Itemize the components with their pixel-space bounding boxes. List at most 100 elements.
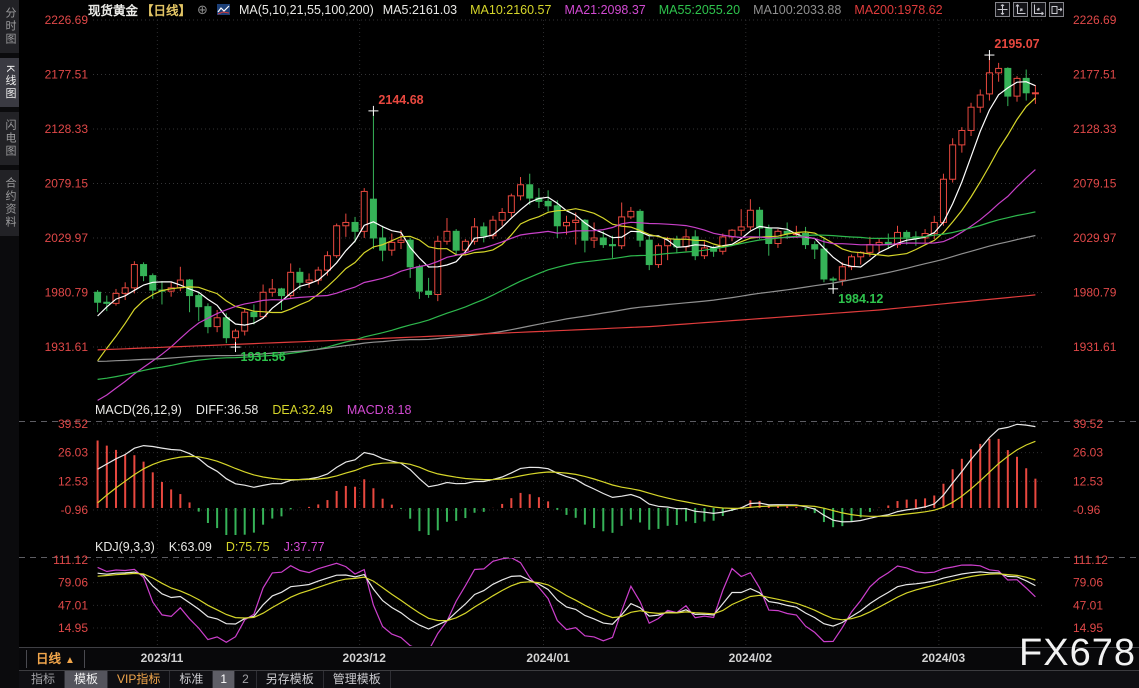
candle-up (618, 216, 626, 247)
candle-down (820, 248, 828, 280)
candle-up (323, 255, 331, 271)
add-indicator-icon[interactable]: ⊕ (197, 2, 208, 18)
price-annotation: 1984.12 (838, 292, 883, 306)
candle-up (333, 225, 341, 257)
candle-down (103, 301, 111, 304)
candle-up (563, 221, 570, 227)
axis-tick-label: 39.52 (58, 417, 88, 431)
candle-up (1031, 92, 1039, 95)
candle-down (452, 230, 460, 251)
contract-info-tab[interactable]: 合约资料 (0, 170, 19, 237)
ma-value-label: MA200:1978.62 (854, 2, 943, 17)
axis-tick-label: 1980.79 (1073, 286, 1117, 300)
x-axis-month-label: 2023/11 (140, 651, 184, 665)
kdj-header-part: J:37.77 (283, 540, 325, 554)
chart-type-sidebar: 分时图 K线图闪电图合约资料 (0, 0, 19, 688)
axis-tick-label: 2079.15 (1073, 177, 1117, 191)
candle-down (599, 237, 607, 246)
manage-template-tab[interactable]: 管理模板 (324, 671, 391, 688)
candle-up (682, 236, 690, 248)
candle-down (645, 239, 653, 266)
candle-up (1013, 77, 1021, 97)
axis-tick-label: 1931.61 (45, 340, 89, 354)
lightning-chart-tab[interactable]: 闪电图 (0, 112, 19, 166)
candle-up (397, 239, 405, 243)
y-axis-scale-icon[interactable] (1013, 2, 1028, 17)
axis-tick-label: 2177.51 (45, 68, 89, 82)
axis-tick-label: 111.12 (53, 553, 88, 567)
ma-settings-label: MA(5,10,21,55,100,200) (238, 2, 374, 17)
ma-value-label: MA5:2161.03 (382, 2, 458, 17)
candle-down (756, 209, 764, 229)
macd-header-part: DEA:32.49 (272, 403, 333, 417)
template-slot-1-tab[interactable]: 1 (213, 671, 236, 688)
candle-down (553, 205, 561, 227)
x-axis-scale-icon[interactable] (1031, 2, 1046, 17)
candle-up (838, 266, 846, 281)
candle-down (250, 311, 258, 318)
candle-up (976, 94, 984, 108)
candle-down (195, 295, 203, 308)
candle-up (507, 195, 515, 213)
axis-tick-label: 12.53 (58, 474, 88, 488)
ma-value-label: MA55:2055.20 (658, 2, 741, 17)
candle-up (130, 264, 138, 289)
candle-up (958, 129, 966, 146)
candle-down (222, 317, 230, 339)
candle-down (480, 226, 488, 237)
axis-tick-label: 2128.33 (1073, 122, 1117, 136)
candle-up (737, 226, 745, 231)
ma-values: MA5:2161.03 MA10:2160.57 MA21:2098.37 MA55:… (383, 3, 943, 17)
indicator-tab[interactable]: 指标 (22, 671, 66, 688)
candle-up (213, 317, 221, 328)
candle-up (268, 288, 276, 293)
candle-up (995, 67, 1003, 74)
candle-up (985, 72, 993, 95)
save-template-tab[interactable]: 另存模板 (257, 671, 324, 688)
candle-down (608, 244, 616, 247)
candle-up (590, 237, 598, 241)
template-toolbar: 指标 模板 VIP指标 标准 1 2 另存模板 管理模板 (19, 670, 1139, 688)
x-axis-row: 日线 ▲ 2023/11 2023/12 2024/01 2024/02 2024/03 (19, 647, 1139, 670)
x-axis-month-label: 2024/02 (728, 651, 773, 665)
axis-tick-label: 14.95 (58, 621, 88, 635)
kline-chart-tab[interactable]: K线图 (0, 58, 19, 108)
pop-out-icon[interactable] (1049, 2, 1064, 17)
axis-tick-label: 2029.97 (1073, 231, 1117, 245)
standard-tab[interactable]: 标准 (170, 671, 214, 688)
kdj-header-part: D:75.75 (225, 540, 270, 554)
kdj-header-part: K:63.09 (168, 540, 212, 554)
candle-up (517, 184, 525, 197)
candle-up (700, 247, 708, 257)
axis-tick-label: 26.03 (1073, 446, 1103, 460)
ma-value-label: MA10:2160.57 (470, 2, 552, 17)
axis-tick-label: 12.53 (1073, 474, 1103, 488)
axis-tick-label: 79.06 (1073, 576, 1103, 590)
axis-tick-label: 2128.33 (45, 122, 89, 136)
candle-up (342, 221, 350, 227)
symbol-title: 现货黄金 (88, 4, 139, 18)
macd-header-part: MACD:8.18 (346, 403, 412, 417)
k-line (97, 571, 1036, 630)
interval-selector[interactable]: 日线 ▲ (26, 650, 85, 668)
chart-application: 2226.69 2226.69 2177.51 2177.51 2128.33 2128.… (0, 0, 1139, 688)
candle-up (259, 291, 267, 318)
candle-up (388, 241, 396, 251)
candle-up (967, 106, 975, 131)
d-line (97, 572, 1036, 622)
candle-up (241, 311, 249, 332)
candle-up (572, 219, 580, 223)
vip-indicator-tab[interactable]: VIP指标 (108, 671, 171, 688)
macd-header-part: MACD(26,12,9) (95, 403, 182, 417)
interval-selector-label: 日线 (36, 652, 62, 666)
pan-tool-icon[interactable] (995, 2, 1010, 17)
axis-tick-label: 2029.97 (45, 231, 89, 245)
template-tab[interactable]: 模板 (65, 671, 109, 688)
axis-tick-label: 1980.79 (45, 286, 89, 300)
timeshare-chart-tab[interactable]: 分时图 (0, 0, 19, 53)
ma-line-ma21 (97, 169, 1036, 401)
candle-up (305, 279, 313, 283)
chart-canvas[interactable]: 2226.69 2226.692177.51 2177.512128.33 2128.… (0, 0, 1139, 688)
template-slot-2-tab[interactable]: 2 (235, 671, 257, 688)
kdj-header-part: KDJ(9,3,3) (95, 540, 155, 554)
